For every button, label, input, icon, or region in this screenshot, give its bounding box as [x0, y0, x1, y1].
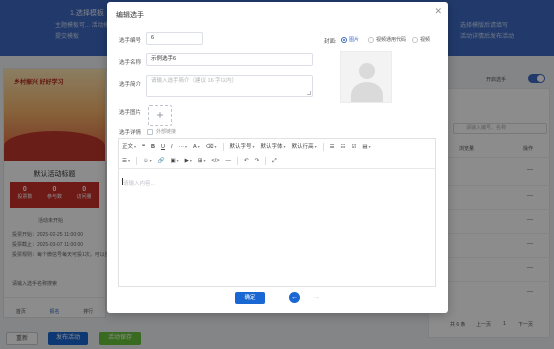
- bold-icon[interactable]: B: [151, 141, 155, 153]
- image-icon[interactable]: ▣: [170, 155, 178, 167]
- checkbox-icon: [147, 128, 153, 135]
- close-icon[interactable]: ✕: [434, 6, 442, 17]
- fullscreen-icon[interactable]: ⤢: [272, 155, 276, 167]
- resize-grip-icon[interactable]: [307, 91, 311, 95]
- player-detail-label: 选手详情: [119, 130, 142, 136]
- player-intro-label: 选手简介: [119, 82, 142, 88]
- table-icon[interactable]: ⊞: [198, 155, 206, 167]
- editor-content-area[interactable]: 请输入内容...: [119, 170, 435, 286]
- player-intro-textarea[interactable]: 请输入选手简介（建议 16 字以内）: [146, 75, 313, 97]
- intro-placeholder: 请输入选手简介（建议 16 字以内）: [151, 78, 238, 84]
- edit-player-dialog: 编辑选手 ✕ 选手编号 6 选手名称 示例选手6 选手简介 请输入选手简介（建议…: [107, 2, 448, 313]
- plus-icon: +: [156, 108, 164, 122]
- emoji-icon[interactable]: ☺: [143, 155, 152, 167]
- radio-video[interactable]: 视频: [412, 36, 430, 43]
- bullet-list-icon[interactable]: ☰: [330, 141, 335, 153]
- player-avatar-placeholder: [340, 51, 392, 103]
- confirm-button[interactable]: 确定: [235, 292, 265, 304]
- rich-text-editor: 正文 ❝ B U I ··· A ⌫ 默认字号 默认字体 默认行高 ☰ ☷ ☑ …: [118, 138, 436, 287]
- font-family-dropdown[interactable]: 默认字体: [261, 141, 286, 153]
- line-height-dropdown[interactable]: 默认行高: [292, 141, 317, 153]
- arrow-left-icon[interactable]: ←: [289, 292, 300, 303]
- external-link-label: 外部链接: [156, 129, 177, 135]
- font-size-dropdown[interactable]: 默认字号: [230, 141, 255, 153]
- quote-icon[interactable]: ❝: [142, 141, 145, 153]
- player-name-input[interactable]: 示例选手6: [146, 53, 313, 66]
- player-number-input[interactable]: 6: [146, 32, 203, 45]
- radio-icon: [412, 36, 418, 43]
- italic-icon[interactable]: I: [171, 141, 173, 153]
- radio-icon: [368, 36, 374, 43]
- font-color-icon[interactable]: A: [193, 141, 200, 153]
- radio-video-code[interactable]: 视频通用代码: [368, 36, 406, 43]
- image-upload-button[interactable]: +: [148, 105, 172, 126]
- arrow-right-icon[interactable]: →: [311, 292, 322, 303]
- player-number-label: 选手编号: [119, 38, 142, 44]
- more-format-icon[interactable]: ···: [179, 141, 188, 153]
- radio-checked-icon: [341, 36, 347, 43]
- link-icon[interactable]: 🔗: [158, 155, 165, 167]
- redo-icon[interactable]: ↷: [255, 155, 260, 167]
- undo-icon[interactable]: ↶: [244, 155, 249, 167]
- radio-image[interactable]: 图片: [341, 36, 359, 43]
- numbered-list-icon[interactable]: ☷: [341, 141, 346, 153]
- underline-icon[interactable]: U: [161, 141, 165, 153]
- paragraph-style-dropdown[interactable]: 正文: [122, 141, 136, 153]
- editor-toolbar: 正文 ❝ B U I ··· A ⌫ 默认字号 默认字体 默认行高 ☰ ☷ ☑ …: [119, 139, 435, 169]
- media-type-label: 封面:: [324, 39, 337, 45]
- clear-format-icon[interactable]: ⌫: [206, 141, 217, 153]
- align-icon[interactable]: ▤: [362, 141, 370, 153]
- dialog-title: 编辑选手: [116, 12, 144, 19]
- divider-icon[interactable]: —: [226, 155, 232, 167]
- editor-placeholder: 请输入内容...: [123, 181, 156, 187]
- video-icon[interactable]: ▶: [185, 155, 192, 167]
- todo-list-icon[interactable]: ☑: [351, 141, 356, 153]
- external-link-checkbox[interactable]: 外部链接: [147, 128, 176, 135]
- indent-icon[interactable]: ☰: [122, 155, 130, 167]
- player-name-label: 选手名称: [119, 60, 142, 66]
- code-block-icon[interactable]: </>: [212, 155, 220, 167]
- player-image-label: 选手图片: [119, 110, 142, 116]
